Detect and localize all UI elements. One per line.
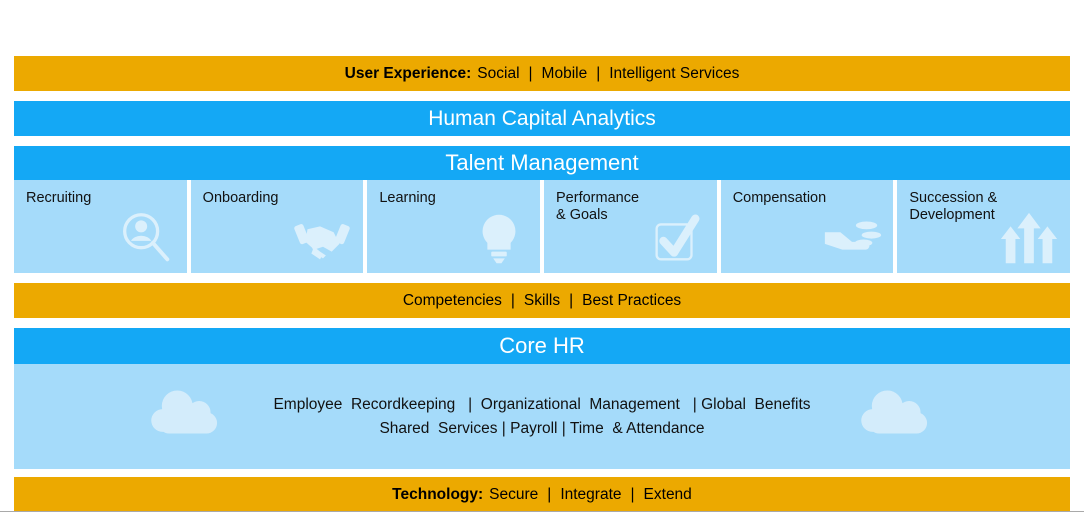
hcm-architecture-diagram: User Experience: Social | Mobile | Intel… [14, 56, 1071, 512]
card-onboarding[interactable]: Onboarding [190, 180, 364, 273]
competencies-item-competencies: Competencies [402, 291, 502, 309]
user-experience-item-social: Social [477, 64, 520, 82]
talent-management-header: Talent Management [14, 146, 1070, 180]
up-arrows-icon [1000, 212, 1058, 264]
cloud-icon [861, 390, 928, 434]
card-compensation[interactable]: Compensation [720, 180, 894, 273]
separator-icon: | [547, 485, 552, 503]
card-succession-development[interactable]: Succession & Development [897, 180, 1071, 273]
talent-management-block: Talent Management Recruiting Onboarding [14, 146, 1071, 273]
core-hr-body: Employee Recordkeeping | Organizational … [14, 364, 1070, 469]
separator-icon: | [596, 64, 601, 82]
core-hr-line-1: Employee Recordkeeping | Organizational … [273, 395, 811, 413]
competencies-item-best-practices: Best Practices [582, 291, 682, 309]
technology-bar: Technology: Secure | Integrate | Extend [14, 477, 1070, 512]
competencies-bar: Competencies | Skills | Best Practices [14, 283, 1070, 318]
card-onboarding-label: Onboarding [202, 190, 279, 206]
user-experience-item-intelligent-services: Intelligent Services [609, 64, 740, 82]
human-capital-analytics-title: Human Capital Analytics [428, 106, 656, 130]
card-succession-development-label: Succession & Development [909, 190, 998, 223]
checkbox-check-icon [655, 214, 700, 261]
card-recruiting[interactable]: Recruiting [14, 180, 187, 273]
talent-management-cards: Recruiting Onboarding Learning Performan… [14, 180, 1071, 273]
core-hr-line-2: Shared Services | Payroll | Time & Atten… [379, 419, 705, 437]
card-learning-label: Learning [379, 190, 436, 206]
user-experience-lead: User Experience: [344, 64, 472, 82]
competencies-item-skills: Skills [523, 291, 561, 309]
card-performance-goals-label: Performance & Goals [556, 190, 640, 223]
human-capital-analytics-bar: Human Capital Analytics [14, 101, 1070, 136]
hand-coins-icon [825, 221, 882, 250]
card-compensation-label: Compensation [732, 190, 827, 206]
handshake-icon [294, 224, 351, 260]
core-hr-header: Core HR [14, 328, 1070, 364]
card-recruiting-label: Recruiting [26, 190, 92, 206]
user-experience-bar: User Experience: Social | Mobile | Intel… [14, 56, 1070, 91]
separator-icon: | [510, 291, 515, 309]
user-experience-item-mobile: Mobile [541, 64, 588, 82]
lightbulb-icon [482, 214, 516, 264]
core-hr-title: Core HR [499, 333, 585, 358]
separator-icon: | [528, 64, 533, 82]
cloud-icon [151, 390, 218, 434]
core-hr-block: Core HR Employee Recordkeeping | Organiz… [14, 328, 1070, 469]
separator-icon: | [569, 291, 574, 309]
talent-management-title: Talent Management [445, 150, 639, 175]
person-search-icon [122, 213, 169, 262]
technology-lead: Technology: [392, 485, 484, 503]
separator-icon: | [630, 485, 635, 503]
technology-item-extend: Extend [643, 485, 692, 503]
technology-item-integrate: Integrate [560, 485, 622, 503]
card-performance-goals[interactable]: Performance & Goals [544, 180, 717, 273]
bottom-divider [0, 511, 1084, 512]
card-learning[interactable]: Learning [367, 180, 541, 273]
technology-item-secure: Secure [489, 485, 539, 503]
